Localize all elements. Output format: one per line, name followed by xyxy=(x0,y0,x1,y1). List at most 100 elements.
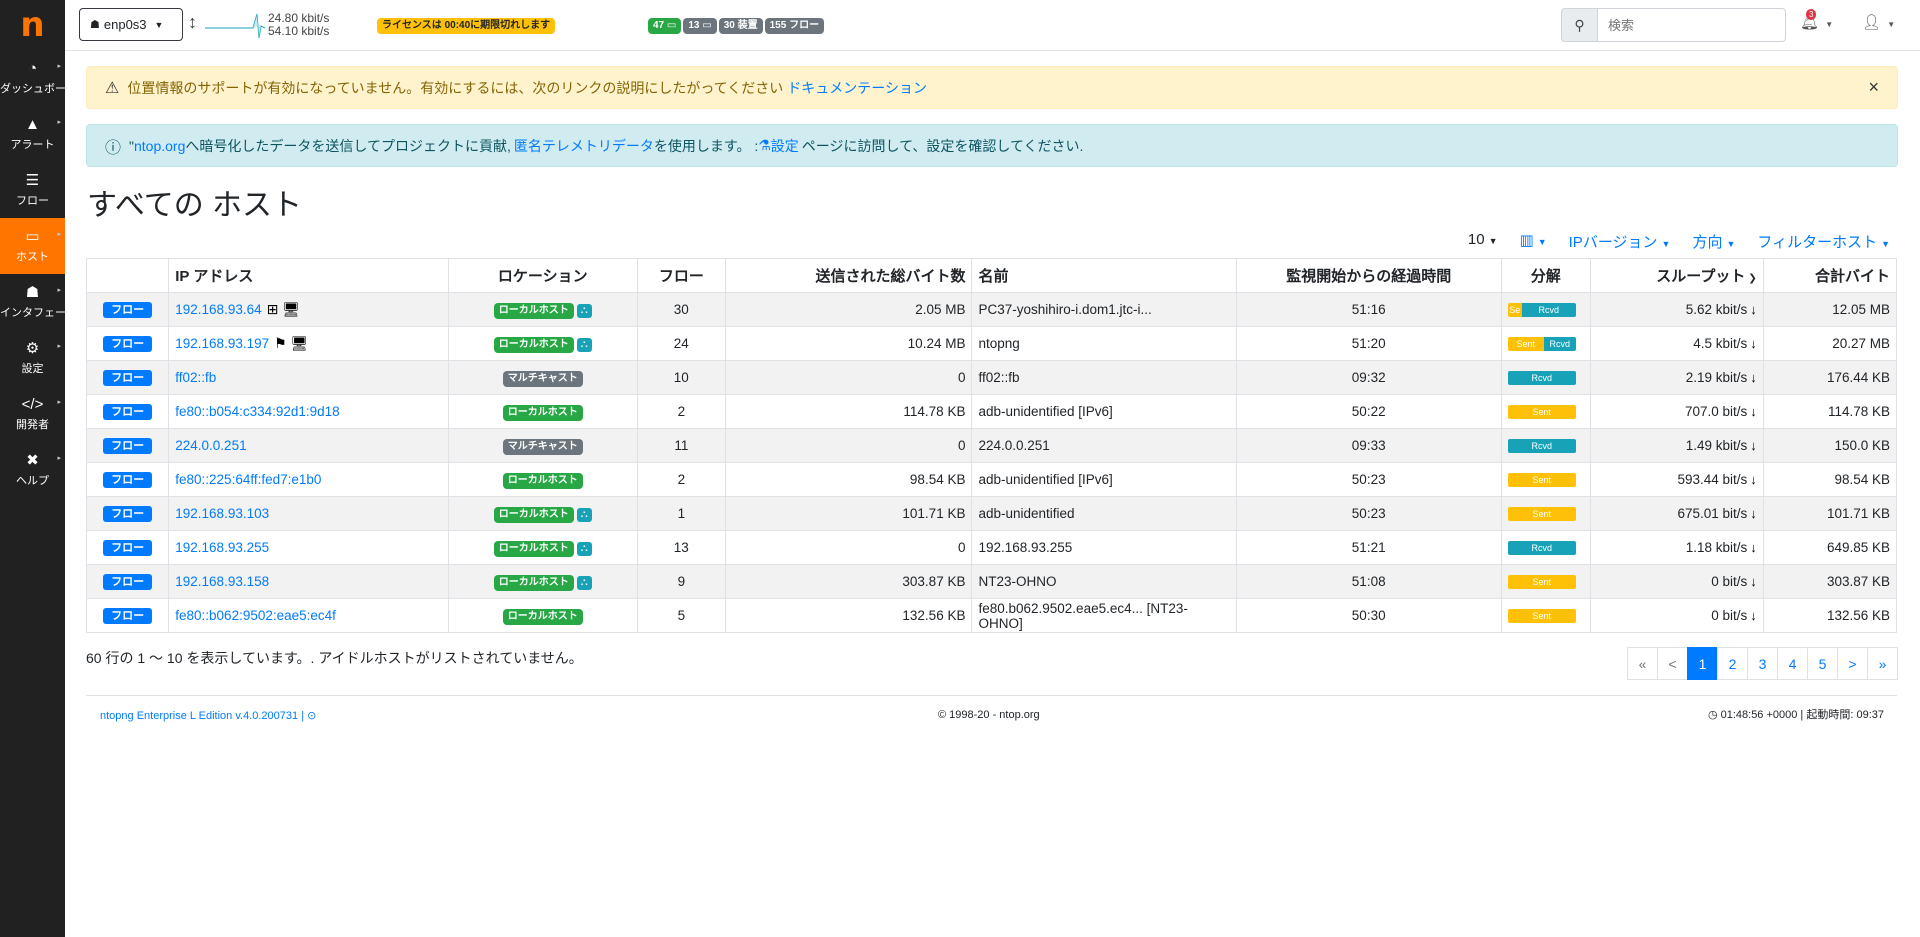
last-page-button[interactable]: » xyxy=(1867,647,1898,680)
host-ip-link[interactable]: 192.168.93.103 xyxy=(175,506,269,521)
flow-button[interactable]: フロー xyxy=(103,472,153,488)
network-icon[interactable]: ⛬ xyxy=(576,575,592,590)
column-header-age[interactable]: 監視開始からの経過時間 xyxy=(1235,258,1502,293)
network-icon[interactable]: ⛬ xyxy=(576,507,592,522)
sidebar-item-developer[interactable]: ▸ </> 開発者 xyxy=(0,386,65,442)
settings-link[interactable]: 設定 xyxy=(771,136,799,156)
page-button-5[interactable]: 5 xyxy=(1807,647,1838,680)
column-header-ip[interactable]: IP アドレス xyxy=(168,258,449,293)
cell-location: ローカルホスト ⛬ xyxy=(447,496,638,531)
next-page-button[interactable]: > xyxy=(1837,647,1868,680)
license-badge[interactable]: ライセンスは 00:40に期限切れします xyxy=(377,18,556,34)
host-ip-link[interactable]: 224.0.0.251 xyxy=(175,438,246,453)
devices-count-badge[interactable]: 30 装置 xyxy=(718,18,763,34)
sidebar-item-settings[interactable]: ▸ ⚙ 設定 xyxy=(0,330,65,386)
ntopng-logo[interactable]: n xyxy=(0,0,65,50)
flows-count-badge[interactable]: 155 フロー xyxy=(764,18,825,34)
info-icon: ⓘ xyxy=(105,139,122,157)
search-input[interactable] xyxy=(1598,8,1786,42)
column-header-total[interactable]: 合計バイト xyxy=(1762,258,1898,293)
host-ip-link[interactable]: fe80::b062:9502:eae5:ec4f xyxy=(175,608,336,623)
flow-button[interactable]: フロー xyxy=(103,574,153,590)
network-icon[interactable]: ⛬ xyxy=(576,303,592,318)
telemetry-info-alert: ⓘ " ntop.org へ暗号化したデータを送信してプロジェクトに貢献, 匿名… xyxy=(86,124,1898,167)
ip-version-dropdown[interactable]: IPバージョン ▼ xyxy=(1569,231,1671,252)
flow-button[interactable]: フロー xyxy=(103,438,153,454)
page-button-1[interactable]: 1 xyxy=(1687,647,1718,680)
search-icon[interactable]: ⚲ xyxy=(1561,8,1598,42)
flow-button[interactable]: フロー xyxy=(103,336,153,352)
column-header-throughput[interactable]: スループット ❯ xyxy=(1589,258,1764,293)
sent-segment: Sent xyxy=(1507,506,1576,521)
table-row: フロー 192.168.93.103 ローカルホスト ⛬ 1 101.71 KB adb-u… xyxy=(85,496,1898,531)
column-header-name[interactable]: 名前 xyxy=(971,258,1237,293)
sidebar-item-hosts[interactable]: ▸ ▭ ホスト xyxy=(0,218,65,274)
sent-segment: Sent xyxy=(1507,574,1576,589)
host-ip-link[interactable]: fe80::b054:c334:92d1:9d18 xyxy=(175,404,339,419)
documentation-link[interactable]: ドキュメンテーション xyxy=(787,78,927,98)
table-row: フロー 192.168.93.158 ローカルホスト ⛬ 9 303.87 KB NT23-… xyxy=(85,564,1898,599)
filter-hosts-dropdown[interactable]: フィルターホスト ▼ xyxy=(1757,231,1890,252)
flow-button[interactable]: フロー xyxy=(103,404,153,420)
alerts-count-badge[interactable]: 47 ▭ xyxy=(648,18,682,34)
location-badge: ローカルホスト xyxy=(502,404,583,421)
table-row: フロー 192.168.93.197 ⚑ 🖥 ローカルホスト ⛬ 24 10.24 MB nt… xyxy=(85,326,1898,361)
host-ip-link[interactable]: 192.168.93.255 xyxy=(175,540,269,555)
traffic-sparkline xyxy=(205,13,265,38)
column-header-sent[interactable]: 送信された総バイト数 xyxy=(724,258,973,293)
github-icon[interactable]: ⊙ xyxy=(307,710,316,722)
table-row: フロー fe80::b062:9502:eae5:ec4f ローカルホスト 5 132.… xyxy=(85,598,1898,633)
flow-button[interactable]: フロー xyxy=(103,302,153,318)
sidebar-item-dashboard[interactable]: ▸ ◔ ダッシュボード xyxy=(0,50,65,106)
hosts-count-badge[interactable]: 13 ▭ xyxy=(683,18,717,34)
cell-flow: フロー xyxy=(85,326,170,361)
network-icon[interactable]: ⛬ xyxy=(576,337,592,352)
cell-breakdown: Sent xyxy=(1500,462,1591,497)
location-badge: ローカルホスト xyxy=(493,540,574,557)
network-icon[interactable]: ⛬ xyxy=(576,541,592,556)
host-os-device-icons: ⊞ 🖥 xyxy=(266,301,301,317)
column-header-flows[interactable]: フロー xyxy=(636,258,726,293)
footer-divider xyxy=(86,695,1897,696)
sidebar-item-interfaces[interactable]: ▸ ☗ インタフェース xyxy=(0,274,65,330)
host-ip-link[interactable]: fe80::225:64ff:fed7:e1b0 xyxy=(175,472,321,487)
cell-breakdown: Rcvd xyxy=(1500,530,1591,565)
host-ip-link[interactable]: ff02::fb xyxy=(175,370,216,385)
page-button-2[interactable]: 2 xyxy=(1717,647,1748,680)
flow-button[interactable]: フロー xyxy=(103,506,153,522)
direction-dropdown[interactable]: 方向 ▼ xyxy=(1692,231,1735,252)
user-menu-button[interactable]: 👤︎ ▼ xyxy=(1862,13,1895,31)
interface-dropdown[interactable]: ☗ enp0s3 ▼ xyxy=(79,8,183,41)
version-link[interactable]: ntopng Enterprise L Edition v.4.0.200731… xyxy=(100,710,304,722)
cell-throughput: 593.44 bit/s ↓ xyxy=(1589,462,1764,497)
flow-button[interactable]: フロー xyxy=(103,540,153,556)
sent-segment: Se xyxy=(1507,302,1522,317)
cell-location: ローカルホスト xyxy=(447,394,638,429)
host-ip-link[interactable]: 192.168.93.64 xyxy=(175,302,261,317)
flow-button[interactable]: フロー xyxy=(103,608,153,624)
notifications-button[interactable]: 🔔︎ 3 ▼ xyxy=(1800,9,1833,31)
columns-toggle-dropdown[interactable]: ▥ ▼ xyxy=(1520,231,1547,252)
sidebar-item-help[interactable]: ▸ ✖ ヘルプ xyxy=(0,442,65,498)
prev-page-button[interactable]: < xyxy=(1657,647,1688,680)
host-ip-link[interactable]: 192.168.93.158 xyxy=(175,574,269,589)
ntop-org-link[interactable]: ntop.org xyxy=(134,138,185,154)
host-ip-link[interactable]: 192.168.93.197 xyxy=(175,336,269,351)
close-icon[interactable]: × xyxy=(1868,77,1879,98)
location-badge: マルチキャスト xyxy=(502,438,583,455)
host-os-device-icons: ⚑ 🖥 xyxy=(274,335,309,351)
first-page-button[interactable]: « xyxy=(1627,647,1658,680)
cell-total-bytes: 114.78 KB xyxy=(1762,394,1898,429)
rows-per-page-dropdown[interactable]: 10 ▼ xyxy=(1468,231,1498,252)
page-button-3[interactable]: 3 xyxy=(1747,647,1778,680)
rcvd-segment: Rcvd xyxy=(1543,336,1576,351)
warning-icon: ▲ xyxy=(25,115,40,133)
page-button-4[interactable]: 4 xyxy=(1777,647,1808,680)
sidebar-item-flows[interactable]: ☰ フロー xyxy=(0,162,65,218)
sidebar-item-alerts[interactable]: ▸ ▲ アラート xyxy=(0,106,65,162)
flow-button[interactable]: フロー xyxy=(103,370,153,386)
traffic-rates[interactable]: 24.80 kbit/s 54.10 kbit/s xyxy=(268,12,329,38)
telemetry-link[interactable]: 匿名テレメトリデータ xyxy=(514,136,654,156)
table-row: フロー 224.0.0.251 マルチキャスト 11 0 224.0.0.251 09:33… xyxy=(85,428,1898,463)
column-header-location[interactable]: ロケーション xyxy=(447,258,638,293)
